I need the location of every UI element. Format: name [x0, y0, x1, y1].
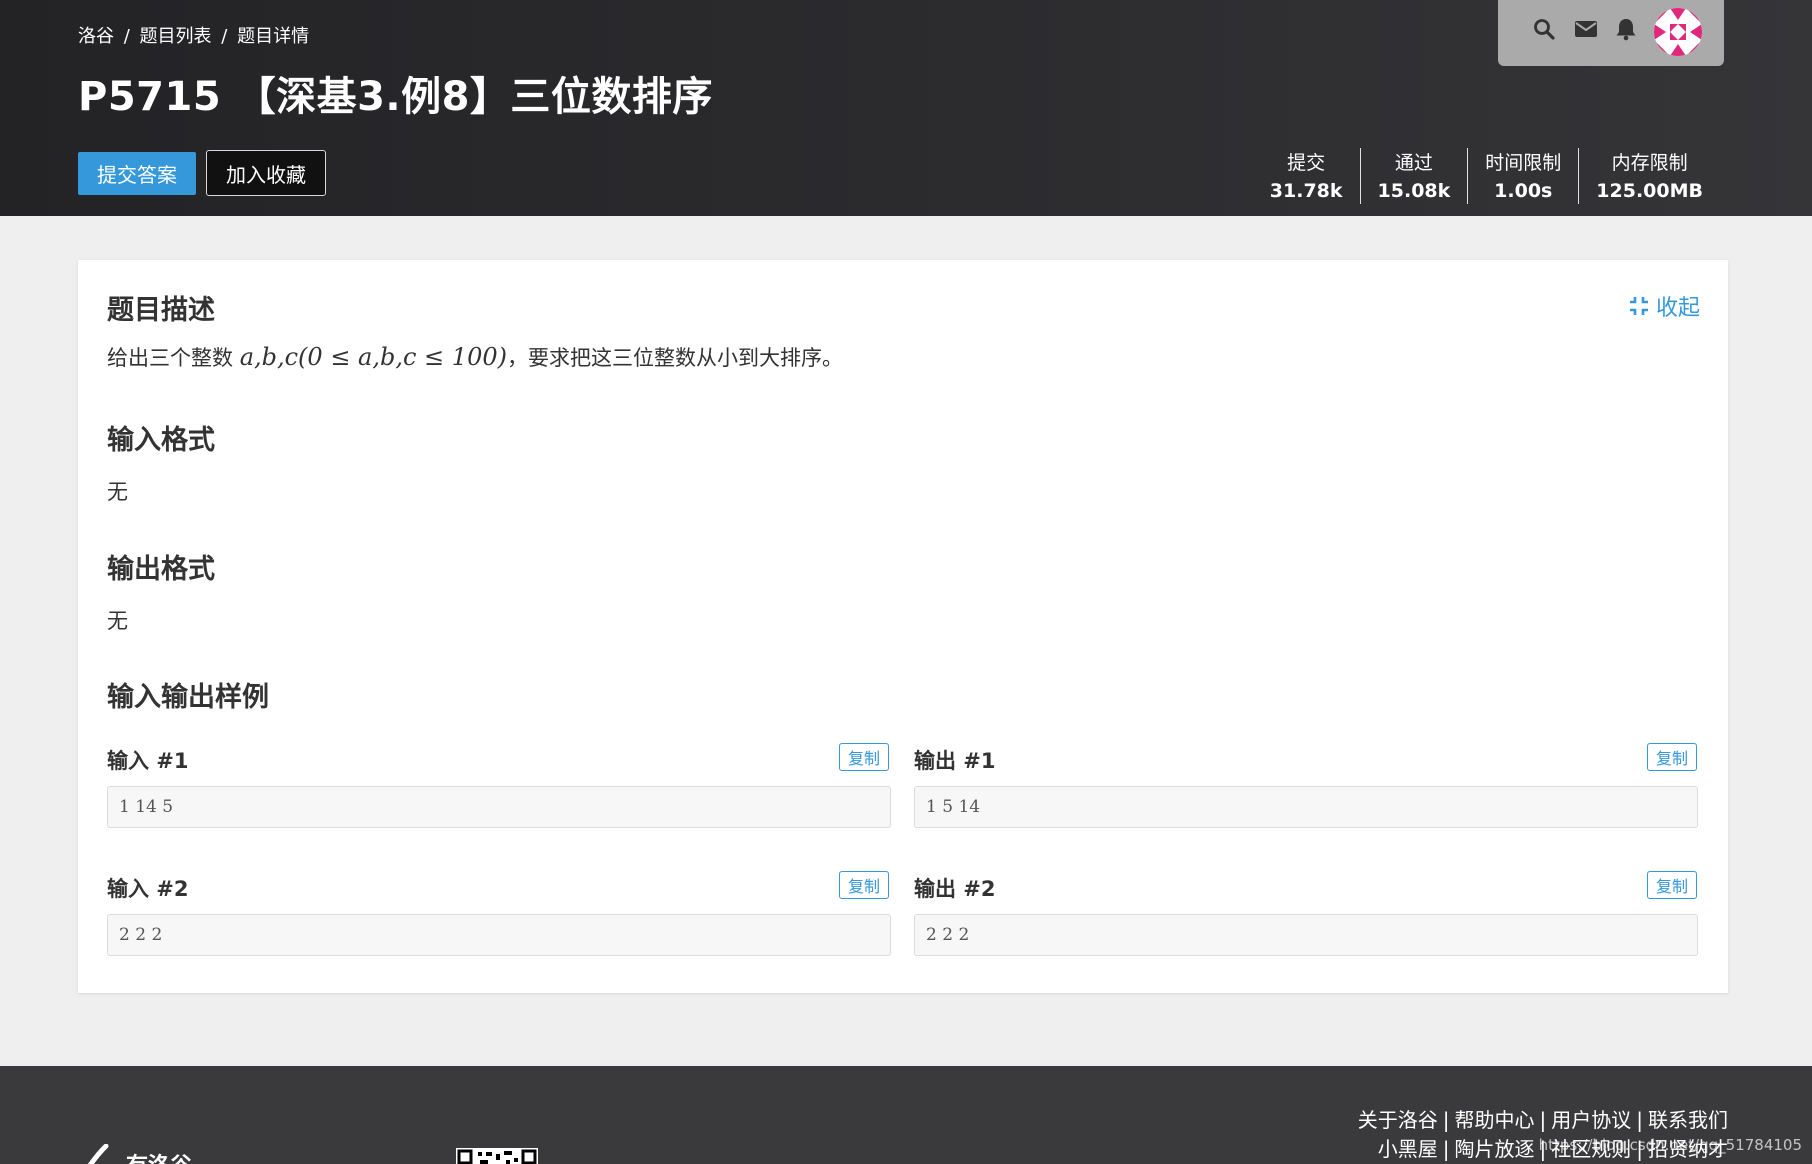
problem-stats: 提交 31.78k 通过 15.08k 时间限制 1.00s 内存限制 125.…	[1253, 148, 1720, 204]
description-text-before: 给出三个整数	[107, 346, 233, 370]
stat-accepted: 通过 15.08k	[1359, 148, 1468, 204]
output-format-text: 无	[107, 609, 128, 633]
qr-code-icon	[456, 1148, 538, 1164]
stat-value: 1.00s	[1494, 180, 1553, 202]
luogu-logo-icon	[87, 1144, 109, 1164]
sample-input-box[interactable]: 2 2 2	[107, 914, 891, 956]
copy-output-button[interactable]: 复制	[1647, 871, 1697, 899]
footer-logo[interactable]: 有洛谷	[76, 1144, 192, 1164]
description-text: 给出三个整数 a,b,c(0 ≤ a,b,c ≤ 100)，要求把这三位整数从小…	[107, 342, 843, 372]
sample-output-label: 输出 #2	[914, 877, 996, 901]
stat-value: 31.78k	[1269, 180, 1343, 202]
stat-value: 15.08k	[1377, 180, 1451, 202]
footer-separator: |	[1442, 1137, 1450, 1161]
avatar[interactable]	[1654, 8, 1702, 56]
search-icon[interactable]	[1530, 15, 1558, 43]
stat-label: 提交	[1287, 152, 1326, 174]
collapse-button[interactable]: 收起	[1628, 290, 1700, 322]
input-format-heading: 输入格式	[107, 425, 215, 456]
stat-label: 时间限制	[1485, 152, 1562, 174]
breadcrumb-separator: /	[221, 26, 228, 47]
stat-time-limit: 时间限制 1.00s	[1467, 148, 1578, 204]
sample-output-label: 输出 #1	[914, 749, 996, 773]
breadcrumb-separator: /	[123, 26, 130, 47]
problem-card: 收起 题目描述 给出三个整数 a,b,c(0 ≤ a,b,c ≤ 100)，要求…	[78, 260, 1728, 993]
compress-icon	[1629, 297, 1648, 315]
stat-label: 通过	[1394, 152, 1433, 174]
footer-link-contact[interactable]: 联系我们	[1648, 1108, 1728, 1132]
breadcrumb: 洛谷 / 题目列表 / 题目详情	[78, 22, 309, 48]
collapse-label: 收起	[1655, 296, 1700, 321]
sample-output-box[interactable]: 2 2 2	[914, 914, 1698, 956]
footer-logo-text: 有洛谷	[126, 1148, 192, 1164]
mail-icon[interactable]	[1572, 15, 1600, 43]
footer-link-help[interactable]: 帮助中心	[1455, 1108, 1535, 1132]
description-heading: 题目描述	[107, 295, 215, 326]
bell-icon[interactable]	[1612, 15, 1640, 43]
footer-link-agreement[interactable]: 用户协议	[1551, 1108, 1631, 1132]
copy-output-button[interactable]: 复制	[1647, 743, 1697, 771]
input-format-text: 无	[107, 480, 128, 504]
stat-memory-limit: 内存限制 125.00MB	[1578, 148, 1720, 204]
add-favorite-button[interactable]: 加入收藏	[206, 150, 326, 196]
breadcrumb-item-problem-detail: 题目详情	[237, 26, 310, 47]
watermark-text: https://blog.csdn.net/qq_51784105	[1538, 1136, 1802, 1154]
copy-input-button[interactable]: 复制	[839, 871, 889, 899]
sample-output-box[interactable]: 1 5 14	[914, 786, 1698, 828]
page-title: P5715 【深基3.例8】三位数排序	[78, 74, 713, 120]
footer-separator: |	[1442, 1108, 1450, 1132]
user-panel	[1498, 0, 1724, 66]
footer-link-blackroom[interactable]: 小黑屋	[1378, 1137, 1438, 1161]
description-text-after: ，要求把这三位整数从小到大排序。	[506, 346, 843, 370]
samples-heading: 输入输出样例	[107, 682, 269, 713]
breadcrumb-item-problem-list[interactable]: 题目列表	[140, 26, 212, 47]
output-format-heading: 输出格式	[107, 554, 215, 585]
sample-input-label: 输入 #2	[107, 877, 189, 901]
stat-submissions: 提交 31.78k	[1253, 148, 1360, 204]
stat-label: 内存限制	[1611, 152, 1688, 174]
breadcrumb-item-luogu[interactable]: 洛谷	[78, 26, 114, 47]
footer-link-ostracism[interactable]: 陶片放逐	[1455, 1137, 1535, 1161]
sample-input-label: 输入 #1	[107, 749, 189, 773]
footer-link-about[interactable]: 关于洛谷	[1358, 1108, 1438, 1132]
sample-input-box[interactable]: 1 14 5	[107, 786, 891, 828]
page-header: 洛谷 / 题目列表 / 题目详情 P5715 【深基3.例8】三位数排序 提交答…	[0, 0, 1812, 216]
copy-input-button[interactable]: 复制	[839, 743, 889, 771]
footer-separator: |	[1539, 1108, 1547, 1132]
description-math: a,b,c(0 ≤ a,b,c ≤ 100)	[239, 343, 507, 371]
submit-answer-button[interactable]: 提交答案	[78, 152, 196, 195]
footer-links-row-1: 关于洛谷 | 帮助中心 | 用户协议 | 联系我们	[1358, 1104, 1728, 1133]
stat-value: 125.00MB	[1596, 180, 1703, 202]
footer-separator: |	[1636, 1108, 1643, 1132]
